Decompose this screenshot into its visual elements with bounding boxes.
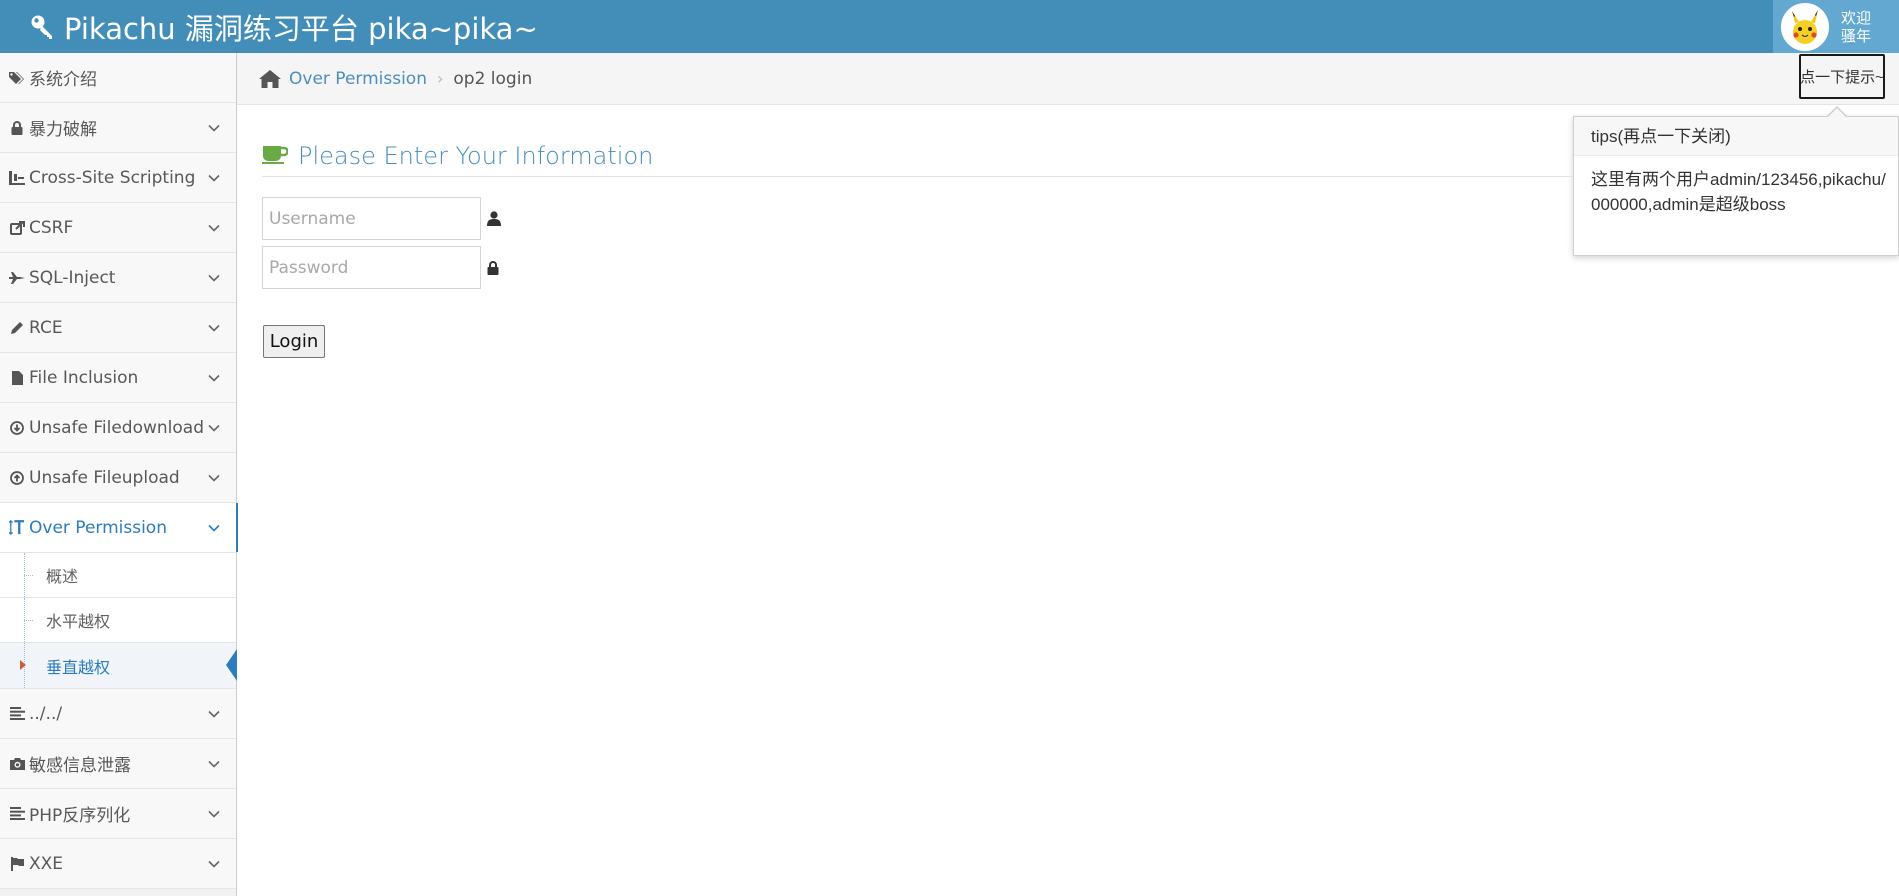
sidebar-item-label: CSRF xyxy=(29,217,74,238)
breadcrumb-separator-icon: › xyxy=(436,69,444,88)
chevron-down-icon xyxy=(208,274,220,282)
popover-arrow-inner xyxy=(1827,108,1847,118)
popover-content: 这里有两个用户admin/123456,pikachu/000000,admin… xyxy=(1591,170,1886,214)
sidebar-item-rce[interactable]: RCE xyxy=(0,303,236,353)
chevron-down-icon xyxy=(208,524,220,532)
breadcrumb-link[interactable]: Over Permission xyxy=(289,69,427,89)
sidebar-item-label: File Inclusion xyxy=(29,367,139,388)
sidebar-item-label: SQL-Inject xyxy=(29,267,116,288)
active-pointer-icon xyxy=(226,649,237,681)
sidebar-item-label: Cross-Site Scripting xyxy=(29,167,196,188)
welcome-line1: 欢迎 xyxy=(1841,8,1872,27)
download-circle-icon xyxy=(9,420,25,436)
sidebar-item-csrf[interactable]: CSRF xyxy=(0,203,236,253)
sidebar-item-label: RCE xyxy=(29,317,63,338)
sidebar-item-label: Over Permission xyxy=(29,517,167,538)
submenu-item-label: 水平越权 xyxy=(46,612,111,631)
submenu-item-overview[interactable]: 概述 xyxy=(0,553,236,598)
fighter-jet-icon xyxy=(9,270,25,286)
sidebar-item-label: Unsafe Fileupload xyxy=(29,467,180,488)
home-icon[interactable] xyxy=(259,69,281,88)
sidebar-item-xxe[interactable]: XXE xyxy=(0,839,236,889)
page-header: Please Enter Your Information xyxy=(262,135,1572,177)
sidebar-item-label: ../../ xyxy=(29,703,63,724)
hint-button[interactable]: 点一下提示~ xyxy=(1799,54,1885,99)
tips-popover: tips(再点一下关闭) 这里有两个用户admin/123456,pikachu… xyxy=(1573,116,1899,256)
sidebar-item-php-unserialize[interactable]: PHP反序列化 xyxy=(0,789,236,839)
upload-circle-icon xyxy=(9,470,25,486)
chevron-down-icon xyxy=(208,324,220,332)
sidebar-item-label: PHP反序列化 xyxy=(29,806,131,826)
page-title: Please Enter Your Information xyxy=(298,141,654,170)
sidebar-item-label: 系统介绍 xyxy=(29,70,97,90)
sidebar-item-sqli[interactable]: SQL-Inject xyxy=(0,253,236,303)
sidebar-item-label: XXE xyxy=(29,853,64,874)
chevron-down-icon xyxy=(208,224,220,232)
chevron-down-icon xyxy=(208,124,220,132)
sitemap-icon xyxy=(9,170,25,186)
camera-icon xyxy=(9,756,25,772)
username-input[interactable] xyxy=(262,197,481,240)
password-input[interactable] xyxy=(262,246,481,289)
brand-title: Pikachu 漏洞练习平台 pika~pika~ xyxy=(64,11,538,46)
chevron-down-icon xyxy=(208,174,220,182)
tags-icon xyxy=(9,70,25,86)
caret-right-icon xyxy=(20,660,26,670)
username-row xyxy=(262,197,501,240)
align-left-icon xyxy=(9,706,25,722)
avatar xyxy=(1781,2,1829,51)
lock-icon xyxy=(487,260,499,275)
submenu-item-vertical[interactable]: 垂直越权 xyxy=(0,643,237,688)
sidebar-item-label: Unsafe Filedownload xyxy=(29,417,204,438)
chevron-down-icon xyxy=(208,374,220,382)
chevron-down-icon xyxy=(208,710,220,718)
chevron-down-icon xyxy=(208,860,220,868)
sidebar-item-intro[interactable]: 系统介绍 xyxy=(0,53,236,103)
breadcrumb-current: op2 login xyxy=(453,68,533,89)
sidebar-item-label: 敏感信息泄露 xyxy=(29,756,131,776)
share-icon xyxy=(9,220,25,236)
popover-title: tips(再点一下关闭) xyxy=(1574,117,1898,156)
password-row xyxy=(262,246,499,289)
sidebar-item-label: 暴力破解 xyxy=(29,120,97,140)
login-button[interactable]: Login xyxy=(263,325,325,358)
sidebar-item-info-leak[interactable]: 敏感信息泄露 xyxy=(0,739,236,789)
navbar: Pikachu 漏洞练习平台 pika~pika~ 欢迎 骚年 xyxy=(0,0,1899,53)
submenu-item-label: 垂直越权 xyxy=(46,657,111,677)
user-menu[interactable]: 欢迎 骚年 xyxy=(1773,0,1899,53)
welcome-text: 欢迎 骚年 xyxy=(1841,9,1871,45)
lock-icon xyxy=(9,120,25,136)
flag-icon xyxy=(9,856,25,872)
chevron-down-icon xyxy=(208,760,220,768)
chevron-down-icon xyxy=(208,810,220,818)
submenu-item-horizontal[interactable]: 水平越权 xyxy=(0,598,236,643)
sidebar-item-brute-force[interactable]: 暴力破解 xyxy=(0,103,236,153)
sidebar: 系统介绍 暴力破解 Cross-Site Scripting CSRF SQL-… xyxy=(0,53,238,896)
key-icon xyxy=(30,14,56,40)
text-height-icon xyxy=(9,520,25,536)
breadcrumb: Over Permission › op2 login 点一下提示~ xyxy=(237,53,1899,105)
submenu-over-permission: 概述 水平越权 垂直越权 xyxy=(0,553,237,689)
sidebar-item-dir-traversal[interactable]: ../../ xyxy=(0,689,236,739)
file-icon xyxy=(9,370,25,386)
chevron-down-icon xyxy=(208,424,220,432)
brand[interactable]: Pikachu 漏洞练习平台 pika~pika~ xyxy=(30,0,538,53)
sidebar-item-over-permission[interactable]: Over Permission xyxy=(0,503,238,553)
pencil-icon xyxy=(9,320,25,336)
sidebar-item-filedownload[interactable]: Unsafe Filedownload xyxy=(0,403,236,453)
coffee-icon xyxy=(262,144,289,168)
chevron-down-icon xyxy=(208,474,220,482)
sidebar-item-fileupload[interactable]: Unsafe Fileupload xyxy=(0,453,236,503)
sidebar-item-file-inclusion[interactable]: File Inclusion xyxy=(0,353,236,403)
sidebar-item-xss[interactable]: Cross-Site Scripting xyxy=(0,153,236,203)
welcome-line2: 骚年 xyxy=(1841,26,1872,45)
user-icon xyxy=(487,211,501,226)
align-left-icon xyxy=(9,806,25,822)
submenu-item-label: 概述 xyxy=(46,567,79,586)
